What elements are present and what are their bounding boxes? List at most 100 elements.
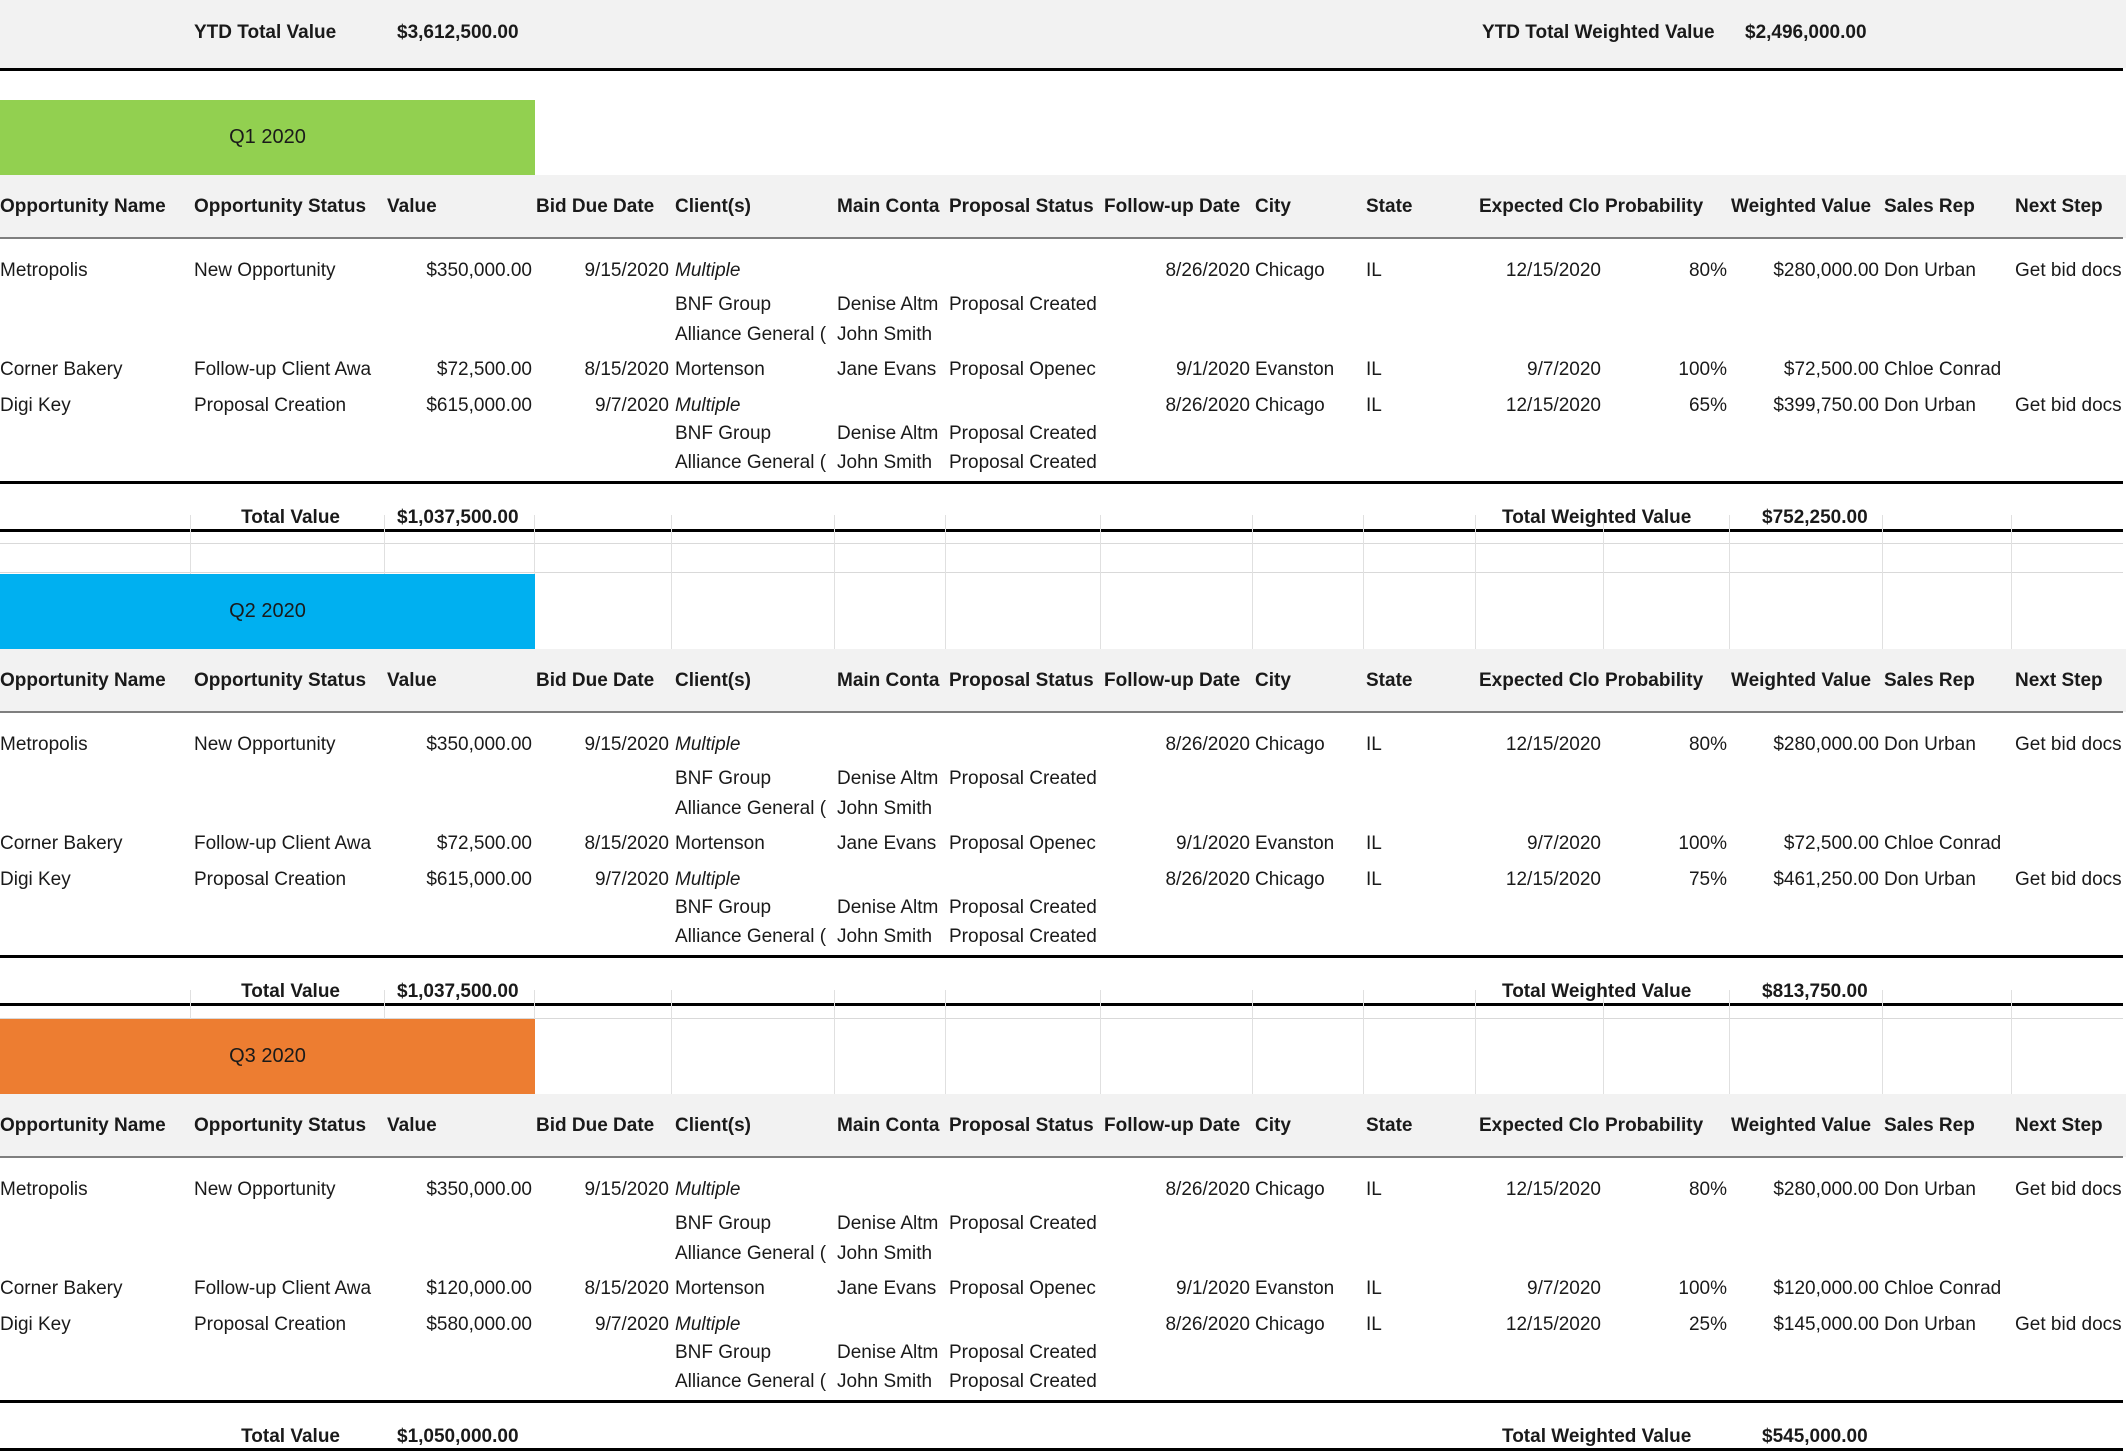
sub-cell-proposal: Proposal Created [949, 452, 1097, 473]
column-header-bid-due[interactable]: Bid Due Date [536, 1114, 669, 1138]
sub-cell-proposal: Proposal Created [949, 423, 1097, 444]
cell-bid-due: 9/7/2020 [595, 1314, 669, 1335]
sub-cell-contact: Denise Altm [837, 768, 939, 789]
column-header-weighted[interactable]: Weighted Value [1731, 669, 1879, 693]
column-header-expected-close[interactable]: Expected Clo: [1479, 1114, 1601, 1138]
sub-cell-client: Alliance General ( [675, 798, 827, 819]
cell-client: Multiple [675, 1314, 741, 1335]
cell-follow-up: 9/1/2020 [1176, 833, 1250, 854]
column-header-client[interactable]: Client(s) [675, 1114, 835, 1138]
cell-status: Follow-up Client Awa [194, 833, 372, 854]
column-header-city[interactable]: City [1255, 195, 1365, 219]
column-header-follow-up[interactable]: Follow-up Date [1104, 669, 1250, 693]
column-header-city[interactable]: City [1255, 669, 1365, 693]
cell-contact: Jane Evans [837, 833, 937, 854]
cell-status: Follow-up Client Awa [194, 1278, 372, 1299]
column-header-follow-up[interactable]: Follow-up Date [1104, 1114, 1250, 1138]
column-header-status[interactable]: Opportunity Status [194, 1114, 382, 1138]
column-header-follow-up[interactable]: Follow-up Date [1104, 195, 1250, 219]
column-header-state[interactable]: State [1366, 669, 1476, 693]
column-header-bid-due[interactable]: Bid Due Date [536, 195, 669, 219]
cell-expected-close: 12/15/2020 [1505, 734, 1601, 755]
cell-next-step: Get bid docs [2015, 260, 2122, 281]
gridline [1882, 1019, 1883, 1094]
column-header-probability[interactable]: Probability [1605, 195, 1727, 219]
column-header-rep[interactable]: Sales Rep [1884, 1114, 2012, 1138]
sub-cell-contact: John Smith [837, 926, 933, 947]
column-header-state[interactable]: State [1366, 195, 1476, 219]
sub-cell-client: BNF Group [675, 1342, 772, 1363]
cell-status: New Opportunity [194, 1179, 336, 1200]
column-header-weighted[interactable]: Weighted Value [1731, 195, 1879, 219]
cell-state: IL [1366, 734, 1382, 755]
column-header-value[interactable]: Value [387, 669, 532, 693]
cell-expected-close: 9/7/2020 [1527, 359, 1601, 380]
column-header-name[interactable]: Opportunity Name [0, 669, 188, 693]
cell-weighted: $461,250.00 [1773, 869, 1879, 890]
cell-follow-up: 8/26/2020 [1165, 869, 1250, 890]
gridline [1603, 515, 1604, 574]
column-header-contact[interactable]: Main Conta [837, 669, 947, 693]
column-header-expected-close[interactable]: Expected Clo: [1479, 195, 1601, 219]
cell-probability: 65% [1688, 395, 1727, 416]
sub-cell-proposal: Proposal Created [949, 897, 1097, 918]
cell-weighted: $280,000.00 [1773, 260, 1879, 281]
column-header-probability[interactable]: Probability [1605, 669, 1727, 693]
cell-probability: 25% [1688, 1314, 1727, 1335]
column-header-value[interactable]: Value [387, 1114, 532, 1138]
gridline [1729, 574, 1730, 649]
column-header-state[interactable]: State [1366, 1114, 1476, 1138]
cell-bid-due: 9/15/2020 [584, 734, 669, 755]
gridline [1252, 574, 1253, 649]
gridline [1100, 574, 1101, 649]
cell-state: IL [1366, 395, 1382, 416]
cell-expected-close: 12/15/2020 [1505, 1179, 1601, 1200]
gridline [1603, 990, 1604, 1019]
sub-cell-contact: Denise Altm [837, 897, 939, 918]
column-header-expected-close[interactable]: Expected Clo: [1479, 669, 1601, 693]
gridline [1252, 515, 1253, 574]
cell-next-step: Get bid docs [2015, 1179, 2122, 1200]
column-header-contact[interactable]: Main Conta [837, 195, 947, 219]
gridline [671, 515, 672, 574]
column-header-bid-due[interactable]: Bid Due Date [536, 669, 669, 693]
column-header-name[interactable]: Opportunity Name [0, 195, 188, 219]
gridline [384, 990, 385, 1019]
cell-proposal: Proposal Openec [949, 1278, 1096, 1299]
column-header-proposal[interactable]: Proposal Status [949, 669, 1104, 693]
cell-name: Corner Bakery [0, 1278, 123, 1299]
cell-state: IL [1366, 1179, 1382, 1200]
column-header-name[interactable]: Opportunity Name [0, 1114, 188, 1138]
column-header-client[interactable]: Client(s) [675, 669, 835, 693]
column-header-rep[interactable]: Sales Rep [1884, 195, 2012, 219]
column-header-proposal[interactable]: Proposal Status [949, 195, 1104, 219]
column-header-client[interactable]: Client(s) [675, 195, 835, 219]
column-header-status[interactable]: Opportunity Status [194, 195, 382, 219]
cell-next-step: Get bid docs [2015, 1314, 2122, 1335]
cell-weighted: $145,000.00 [1773, 1314, 1879, 1335]
ytd-divider [0, 68, 2123, 71]
cell-bid-due: 9/15/2020 [584, 260, 669, 281]
column-header-status[interactable]: Opportunity Status [194, 669, 382, 693]
cell-rep: Chloe Conrad [1884, 359, 2002, 380]
column-header-city[interactable]: City [1255, 1114, 1365, 1138]
column-header-rep[interactable]: Sales Rep [1884, 669, 2012, 693]
cell-probability: 80% [1688, 1179, 1727, 1200]
column-header-weighted[interactable]: Weighted Value [1731, 1114, 1879, 1138]
column-header-next-step[interactable]: Next Step [2015, 669, 2126, 693]
gridline [1475, 515, 1476, 574]
column-header-next-step[interactable]: Next Step [2015, 195, 2126, 219]
ytd-weighted-value: $2,496,000.00 [1745, 22, 1867, 43]
gridline [834, 990, 835, 1019]
column-header-value[interactable]: Value [387, 195, 532, 219]
sub-cell-proposal: Proposal Created [949, 1213, 1097, 1234]
column-header-contact[interactable]: Main Conta [837, 1114, 947, 1138]
gridline [1100, 990, 1101, 1019]
column-header-next-step[interactable]: Next Step [2015, 1114, 2126, 1138]
cell-contact: Jane Evans [837, 359, 937, 380]
column-header-proposal[interactable]: Proposal Status [949, 1114, 1104, 1138]
cell-contact: Jane Evans [837, 1278, 937, 1299]
column-header-probability[interactable]: Probability [1605, 1114, 1727, 1138]
block-divider [0, 1400, 2123, 1403]
cell-probability: 100% [1678, 359, 1727, 380]
